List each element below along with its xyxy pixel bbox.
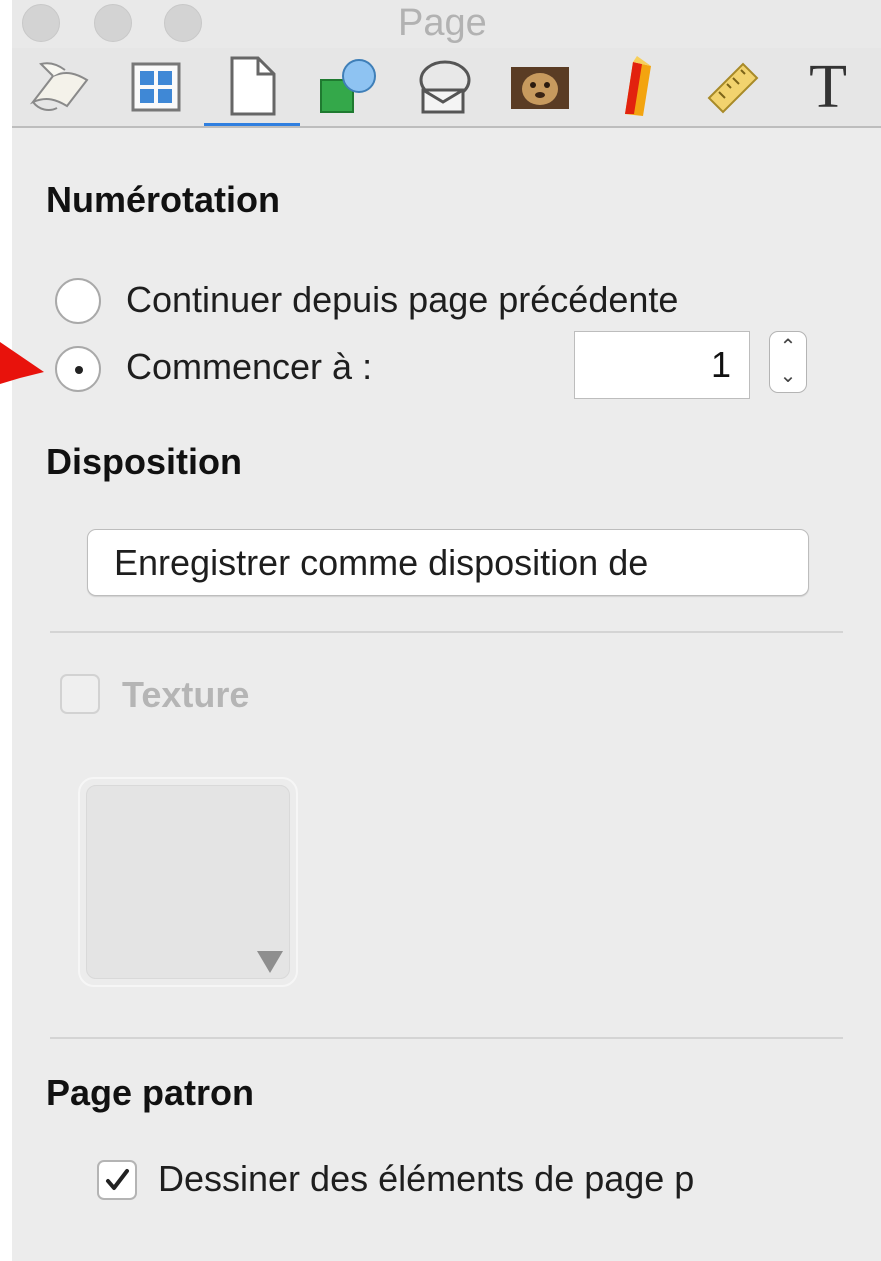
start-page-number-field[interactable]: 1: [574, 331, 750, 399]
draw-master-items-checkbox[interactable]: [97, 1160, 137, 1200]
shapes-icon: [320, 59, 376, 113]
start-at-radio-label: Commencer à :: [126, 346, 373, 387]
page-icon: [230, 56, 276, 115]
save-as-layout-button[interactable]: Enregistrer comme disposition de: [87, 529, 809, 596]
texture-preview: [86, 785, 290, 979]
continue-radio[interactable]: [55, 278, 101, 324]
color-pencil-icon: [625, 56, 651, 116]
tool-page[interactable]: [204, 48, 300, 126]
speech-bubble-icon: [419, 60, 471, 114]
red-pointer-arrow-icon: [0, 342, 44, 384]
tool-color[interactable]: [588, 48, 684, 126]
radio-selected-dot: [75, 366, 83, 374]
close-window-button[interactable]: [22, 4, 60, 42]
tool-text[interactable]: T: [780, 48, 876, 126]
stepper-up-icon[interactable]: ⌃: [770, 332, 806, 362]
tool-media[interactable]: [492, 48, 588, 126]
draw-master-items-label: Dessiner des éléments de page p: [158, 1158, 695, 1199]
numbering-section-title: Numérotation: [46, 179, 280, 220]
texture-label: Texture: [122, 674, 250, 715]
section-divider: [50, 1037, 843, 1039]
layout-section-title: Disposition: [46, 441, 242, 482]
dropdown-triangle-icon: [257, 951, 283, 973]
ruler-icon: [707, 62, 759, 114]
continue-radio-label: Continuer depuis page précédente: [126, 279, 679, 320]
start-at-radio[interactable]: [55, 346, 101, 392]
inspector-window: Page T Numérotation Continuer depuis pag…: [12, 0, 881, 1261]
minimize-window-button[interactable]: [94, 4, 132, 42]
layout-grid-icon: [131, 62, 181, 112]
tool-ruler[interactable]: [684, 48, 780, 126]
title-bar: Page: [12, 0, 881, 48]
texture-picker-well[interactable]: [78, 777, 298, 987]
section-divider: [50, 631, 843, 633]
tool-comment[interactable]: [396, 48, 492, 126]
tool-layout[interactable]: [108, 48, 204, 126]
checkmark-icon: [106, 1169, 129, 1190]
tool-shapes[interactable]: [300, 48, 396, 126]
photo-icon: [511, 67, 569, 109]
window-title: Page: [398, 2, 487, 44]
stepper-down-icon[interactable]: ⌄: [770, 361, 806, 391]
tool-document[interactable]: [12, 48, 108, 126]
document-scroll-icon: [29, 62, 89, 111]
text-icon: T: [809, 53, 847, 121]
start-page-stepper[interactable]: ⌃ ⌄: [769, 331, 807, 393]
inspector-toolbar: T: [12, 48, 881, 128]
texture-checkbox[interactable]: [60, 674, 100, 714]
zoom-window-button[interactable]: [164, 4, 202, 42]
master-page-section-title: Page patron: [46, 1072, 255, 1113]
